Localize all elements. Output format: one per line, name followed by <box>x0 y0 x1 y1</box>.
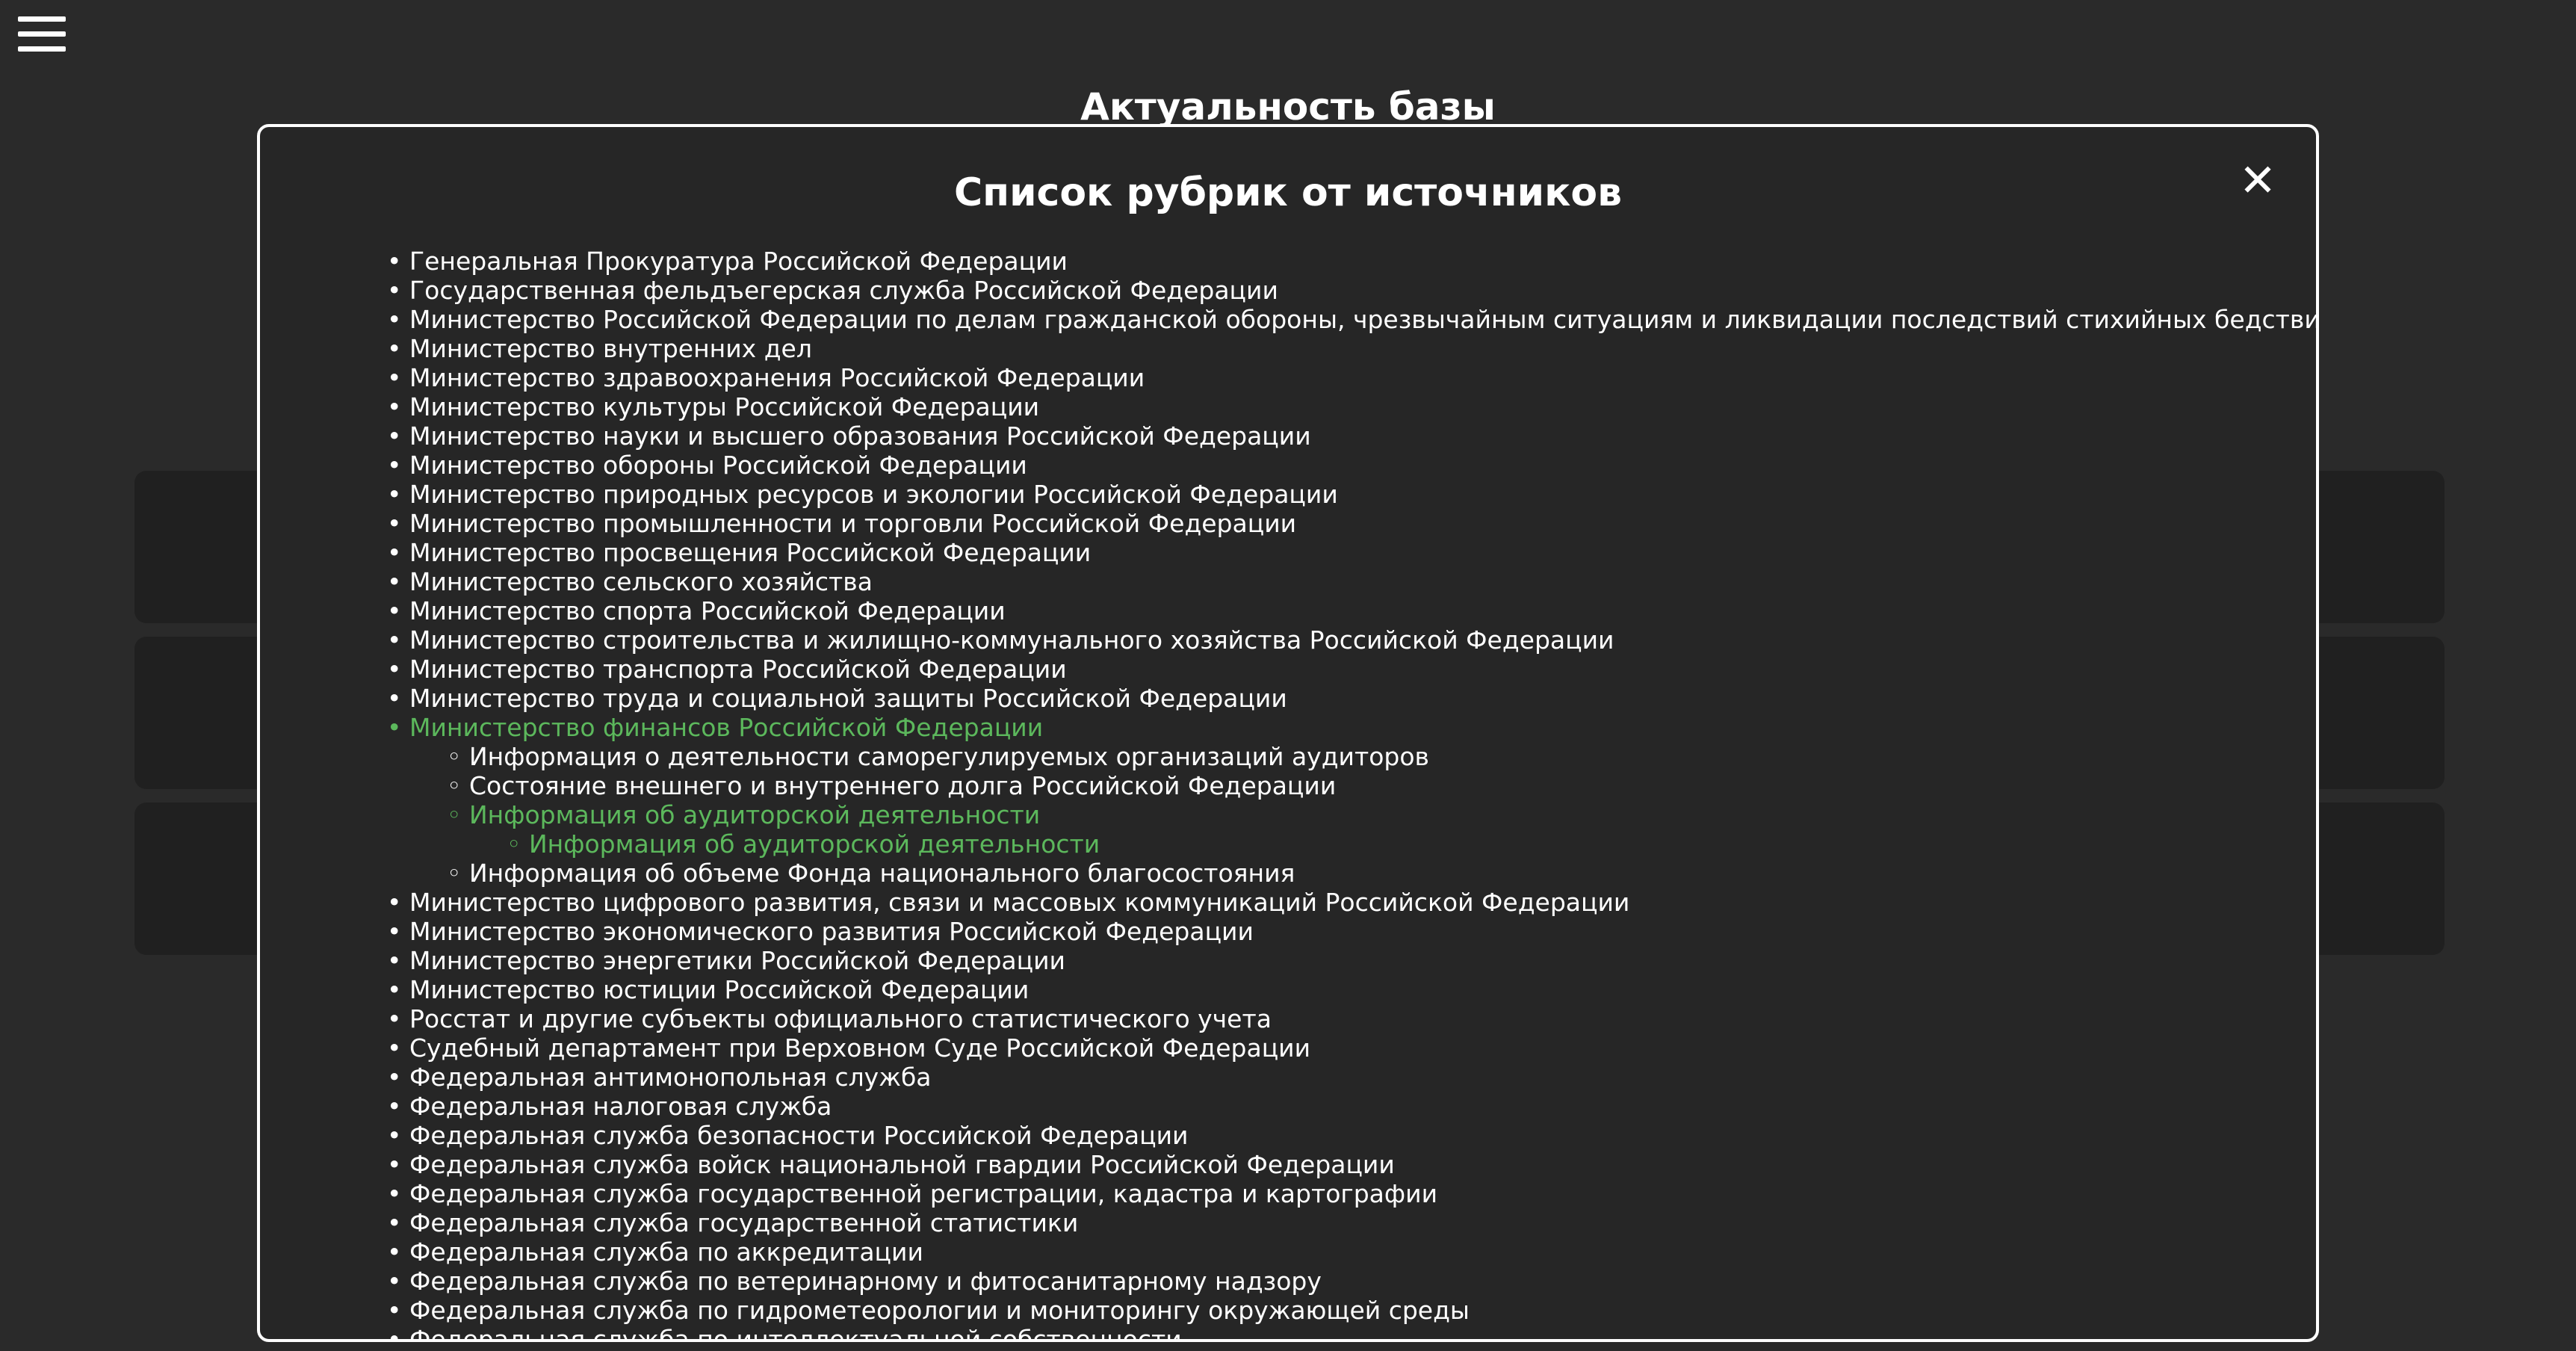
rubric-item[interactable]: Состояние внешнего и внутреннего долга Р… <box>447 771 2316 800</box>
rubric-item[interactable]: Росстат и другие субъекты официального с… <box>387 1004 2316 1033</box>
rubric-item[interactable]: Министерство энергетики Российской Федер… <box>387 946 2316 975</box>
rubric-item[interactable]: Федеральная служба государственной регис… <box>387 1179 2316 1208</box>
rubric-item[interactable]: Генеральная Прокуратура Российской Федер… <box>387 247 2316 276</box>
rubric-item[interactable]: Судебный департамент при Верховном Суде … <box>387 1033 2316 1063</box>
rubric-item[interactable]: Министерство строительства и жилищно-ком… <box>387 625 2316 655</box>
menu-bar <box>18 16 66 22</box>
rubric-list: Генеральная Прокуратура Российской Федер… <box>387 247 2316 1339</box>
rubric-item[interactable]: Министерство сельского хозяйства <box>387 567 2316 596</box>
menu-bar <box>18 31 66 37</box>
menu-bar <box>18 46 66 52</box>
rubric-item[interactable]: Федеральная служба по ветеринарному и фи… <box>387 1267 2316 1296</box>
hamburger-menu-icon[interactable] <box>18 15 66 54</box>
rubric-item[interactable]: Государственная фельдъегерская служба Ро… <box>387 276 2316 305</box>
rubric-item[interactable]: Федеральная антимонопольная служба <box>387 1063 2316 1092</box>
rubric-item[interactable]: Министерство просвещения Российской Феде… <box>387 538 2316 567</box>
rubric-item[interactable]: Министерство юстиции Российской Федераци… <box>387 975 2316 1004</box>
rubric-item[interactable]: Министерство экономического развития Рос… <box>387 917 2316 946</box>
rubric-item[interactable]: Министерство обороны Российской Федераци… <box>387 451 2316 480</box>
rubric-item[interactable]: Министерство спорта Российской Федерации <box>387 596 2316 625</box>
rubric-item[interactable]: Информация об объеме Фонда национального… <box>447 859 2316 888</box>
rubric-item[interactable]: Министерство труда и социальной защиты Р… <box>387 684 2316 713</box>
close-icon[interactable]: ✕ <box>2234 157 2282 205</box>
rubric-item[interactable]: Министерство культуры Российской Федерац… <box>387 392 2316 421</box>
rubric-item[interactable]: Федеральная служба по интеллектуальной с… <box>387 1325 2316 1339</box>
rubric-item[interactable]: Федеральная служба безопасности Российск… <box>387 1121 2316 1150</box>
modal-title: Список рубрик от источников <box>953 170 1623 215</box>
rubric-item[interactable]: Федеральная служба войск национальной гв… <box>387 1150 2316 1179</box>
rubric-item[interactable]: Информация о деятельности саморегулируем… <box>447 742 2316 771</box>
rubric-item[interactable]: Министерство промышленности и торговли Р… <box>387 509 2316 538</box>
rubric-item[interactable]: Информация об аудиторской деятельности <box>447 800 2316 829</box>
rubrics-modal: Список рубрик от источников ✕ Генеральна… <box>257 124 2319 1342</box>
rubric-item[interactable]: Министерство здравоохранения Российской … <box>387 363 2316 392</box>
rubric-item[interactable]: Министерство цифрового развития, связи и… <box>387 888 2316 917</box>
rubric-item[interactable]: Министерство финансов Российской Федерац… <box>387 713 2316 742</box>
rubric-item[interactable]: Министерство Российской Федерации по дел… <box>387 305 2316 334</box>
rubric-item[interactable]: Федеральная служба по аккредитации <box>387 1237 2316 1267</box>
rubric-item[interactable]: Федеральная налоговая служба <box>387 1092 2316 1121</box>
rubric-item[interactable]: Министерство природных ресурсов и эколог… <box>387 480 2316 509</box>
rubric-item[interactable]: Информация об аудиторской деятельности <box>507 829 2316 859</box>
rubric-item[interactable]: Министерство транспорта Российской Федер… <box>387 655 2316 684</box>
rubric-item[interactable]: Министерство внутренних дел <box>387 334 2316 363</box>
rubric-item[interactable]: Федеральная служба по гидрометеорологии … <box>387 1296 2316 1325</box>
rubric-item[interactable]: Министерство науки и высшего образования… <box>387 421 2316 451</box>
rubric-item[interactable]: Федеральная служба государственной стати… <box>387 1208 2316 1237</box>
